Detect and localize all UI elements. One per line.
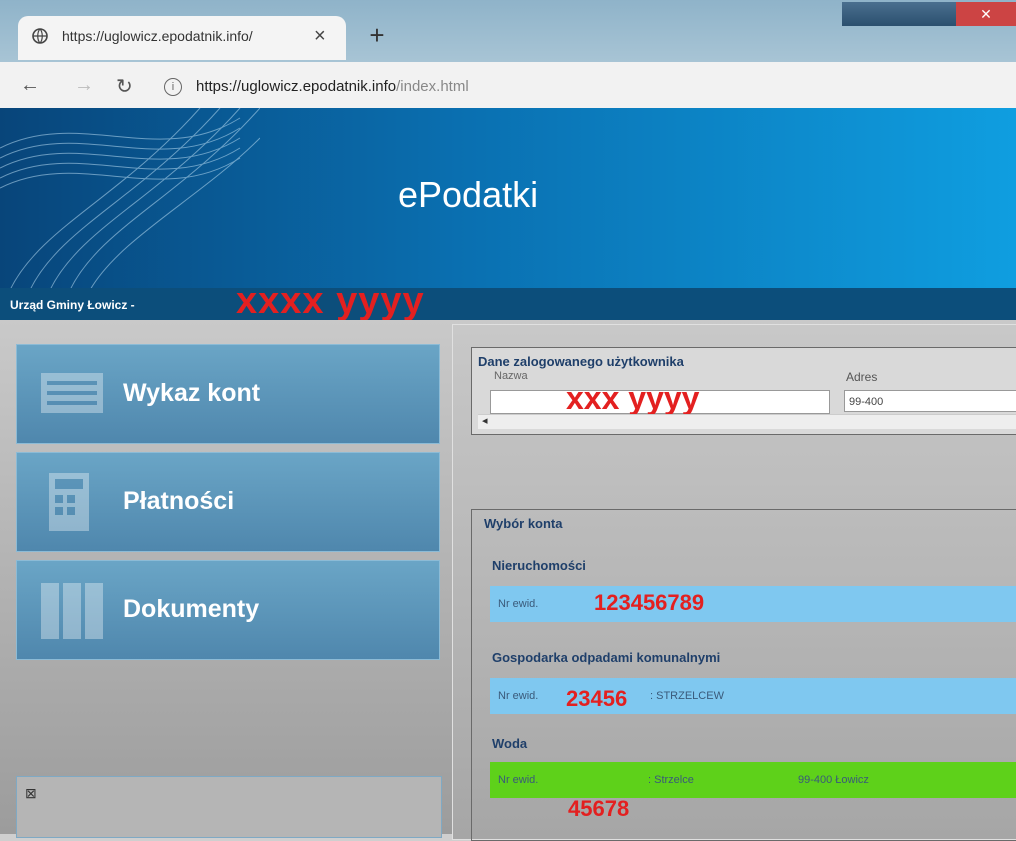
address-text: 99-400 Łowicz bbox=[798, 774, 869, 786]
menu-label: Wykaz kont bbox=[123, 379, 261, 407]
menu-item-platnosci[interactable]: Płatności bbox=[16, 452, 440, 552]
menu-label: Dokumenty bbox=[123, 595, 260, 623]
decorative-wave-graphic bbox=[0, 108, 260, 290]
nr-label: Nr ewid. bbox=[498, 690, 539, 702]
account-row-woda[interactable]: Nr ewid. : Strzelce 99-400 Łowicz bbox=[490, 762, 1016, 798]
user-info-legend: Dane zalogowanego użytkownika bbox=[478, 354, 684, 369]
section-title-odpady: Gospodarka odpadami komunalnymi bbox=[492, 650, 721, 665]
scroll-left-icon[interactable]: ◂ bbox=[482, 414, 488, 427]
back-icon[interactable]: ← bbox=[20, 74, 40, 97]
calculator-icon bbox=[49, 473, 89, 531]
window-controls: ✕ bbox=[842, 2, 1016, 26]
address-bar[interactable]: i https://uglowicz.epodatnik.info/index.h… bbox=[164, 68, 469, 106]
page-content: Wykaz kont Płatności Dokumenty ⊠ Dane za… bbox=[0, 320, 1016, 841]
account-row-odpady[interactable]: Nr ewid. 23456 : STRZELCEW bbox=[490, 678, 1016, 714]
accounts-list-icon bbox=[41, 373, 103, 413]
main-panel: Dane zalogowanego użytkownika Nazwa Adre… bbox=[452, 324, 1016, 841]
name-label: Nazwa bbox=[494, 370, 528, 382]
user-info-fieldset: Dane zalogowanego użytkownika Nazwa Adre… bbox=[471, 347, 1016, 435]
tab-close-icon[interactable]: × bbox=[314, 25, 326, 48]
org-bar: Urząd Gminy Łowicz - xxxx yyyy bbox=[0, 280, 1016, 322]
reload-icon[interactable]: ↻ bbox=[116, 74, 133, 99]
address-label: Adres bbox=[846, 370, 878, 384]
forward-icon[interactable]: → bbox=[74, 74, 94, 97]
owner-text: : STRZELCEW bbox=[650, 690, 724, 702]
woda-nr-overlay: 45678 bbox=[568, 796, 630, 821]
account-row-nieruchomosci[interactable]: Nr ewid. 123456789 bbox=[490, 586, 1016, 622]
menu-item-wykaz-kont[interactable]: Wykaz kont bbox=[16, 344, 440, 444]
account-selection-legend: Wybór konta bbox=[484, 516, 563, 531]
nr-overlay: 23456 bbox=[566, 686, 628, 711]
address-field[interactable]: 99-400 bbox=[844, 390, 1016, 412]
new-tab-icon[interactable]: + bbox=[362, 20, 392, 50]
app-title: ePodatki bbox=[398, 174, 539, 215]
nr-label: Nr ewid. bbox=[498, 598, 539, 610]
app-header-banner: ePodatki bbox=[0, 108, 1016, 290]
user-name-overlay: xxxx yyyy bbox=[236, 280, 425, 322]
url-host: https://uglowicz.epodatnik.info bbox=[196, 78, 397, 95]
binders-icon bbox=[41, 583, 103, 639]
globe-icon bbox=[32, 28, 48, 44]
menu-label: Płatności bbox=[123, 487, 235, 515]
name-overlay: xxx yyyy bbox=[566, 380, 700, 416]
info-icon[interactable]: i bbox=[164, 78, 182, 97]
window-close-icon[interactable]: ✕ bbox=[956, 2, 1016, 26]
nr-label: Nr ewid. bbox=[498, 774, 539, 786]
owner-text: : Strzelce bbox=[648, 774, 694, 786]
horizontal-scrollbar[interactable]: ◂ bbox=[478, 414, 1016, 429]
broken-image-icon: ⊠ bbox=[25, 785, 37, 801]
nr-overlay: 123456789 bbox=[594, 590, 705, 615]
browser-tabbar: https://uglowicz.epodatnik.info/ × + ✕ bbox=[0, 0, 1016, 68]
account-selection-fieldset: Wybór konta Nieruchomości Nr ewid. 12345… bbox=[471, 509, 1016, 841]
section-title-woda: Woda bbox=[492, 736, 528, 751]
section-title-nieruchomosci: Nieruchomości bbox=[492, 558, 586, 573]
side-panel: ⊠ bbox=[16, 776, 442, 838]
org-name: Urząd Gminy Łowicz - bbox=[10, 298, 135, 312]
browser-tab[interactable]: https://uglowicz.epodatnik.info/ × bbox=[18, 16, 346, 60]
url-path: /index.html bbox=[396, 78, 469, 95]
menu-item-dokumenty[interactable]: Dokumenty bbox=[16, 560, 440, 660]
tab-title: https://uglowicz.epodatnik.info/ bbox=[62, 28, 253, 44]
